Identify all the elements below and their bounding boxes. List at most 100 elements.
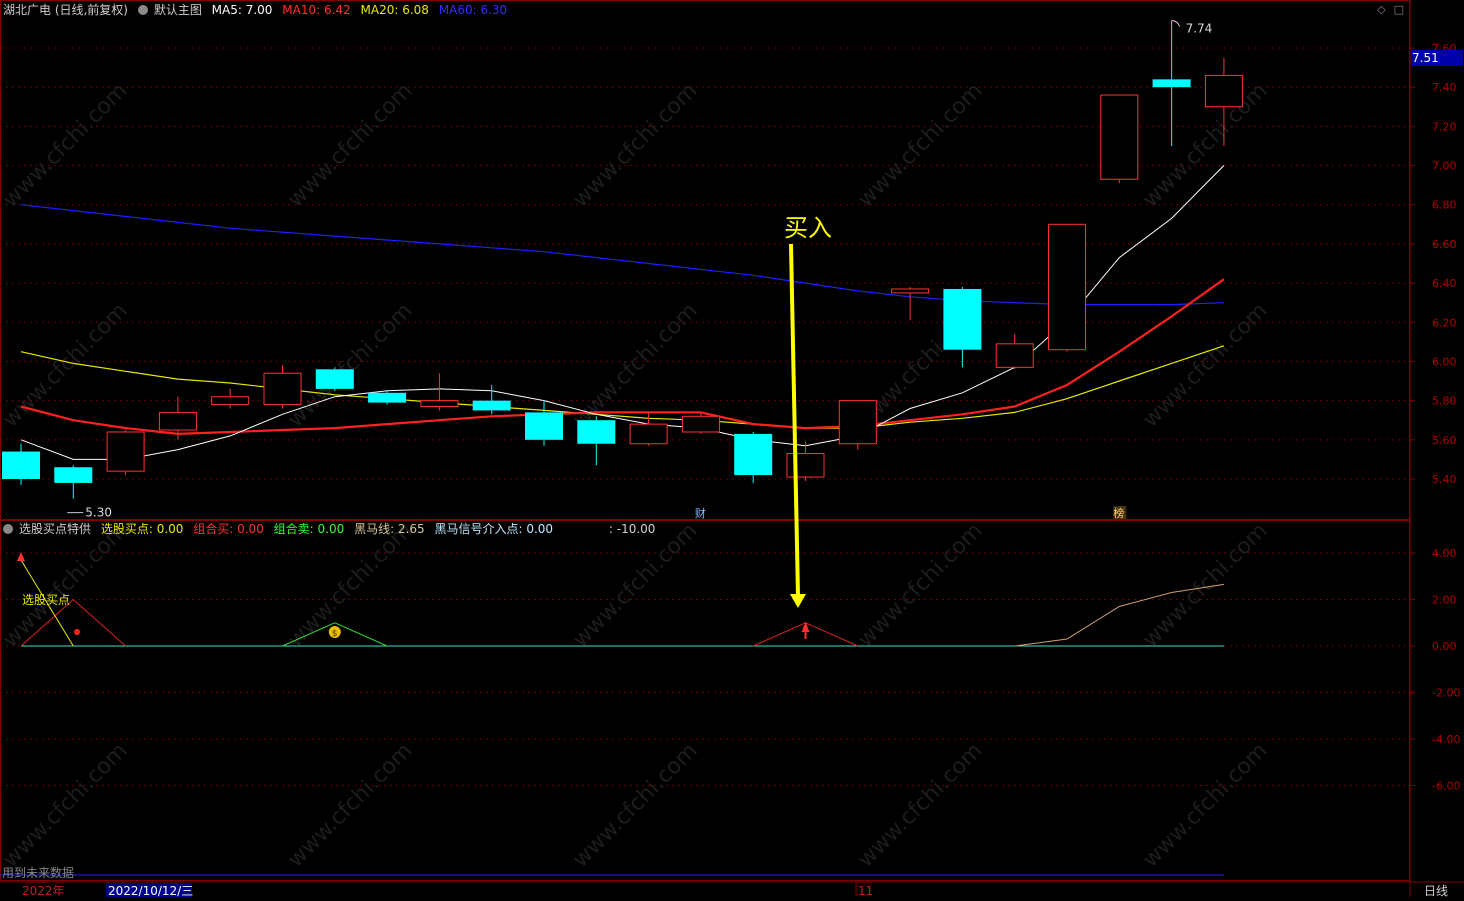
watermark: www.cfchi.com [0,738,133,872]
watermark: www.cfchi.com [1138,518,1272,652]
year-label: 2022年 [22,884,65,897]
buy-point-readout: 选股买点: 0.00 [100,522,184,536]
candle-body-down [315,369,354,389]
ma60-line [20,204,1224,306]
main-y-tick-label: 5.80 [1432,395,1457,408]
ma60-readout: MA60: 6.30 [438,3,508,17]
main-panel-border [0,0,1410,520]
dark-horse-readout: 黑马线: 2.65 [354,522,425,536]
template-name[interactable]: 默认主图 [154,3,202,17]
watermark: www.cfchi.com [568,518,702,652]
sub-buy-point-label: 选股买点 [22,593,70,607]
diamond-icon[interactable]: ◇ [1377,3,1385,16]
watermark: www.cfchi.com [1138,738,1272,872]
main-chart-header: 湖北广电 (日线,前复权) 默认主图 MA5: 7.00 MA10: 6.42 … [3,1,513,19]
sub-y-tick-label: -6.00 [1432,780,1460,793]
high-pointer [1171,20,1181,27]
candle-body-down [943,288,982,350]
combo-sell-readout: 组合卖: 0.00 [273,522,345,536]
window-controls: ◇ □ [1369,3,1404,16]
sub-y-tick-label: 0.00 [1432,640,1457,653]
dark-horse-entry-readout: 黑马信号介入点: 0.00 [434,522,554,536]
buy-signal-arrow-icon [801,621,810,633]
ma5-line [20,165,1225,460]
candle-body-up [995,343,1034,368]
main-y-tick-label: 6.00 [1432,355,1457,368]
candle-body-up [838,400,877,445]
sub-y-tick-label: 2.00 [1432,594,1457,607]
buy-arrow-shaft [789,243,800,597]
sub-y-tick-label: -4.00 [1432,733,1460,746]
list-marker: 榜 [1113,506,1124,520]
chart-stage: 5.40 5.60 5.80 6.00 6.20 6.40 6.60 6.80 7.00 7.20… [0,0,1464,898]
buy-arrow-head [790,594,806,608]
main-y-tick-label: 6.80 [1432,199,1457,212]
money-bag-symbol: $ [332,629,338,639]
candle-body-up [1204,74,1243,108]
template-dropdown-icon[interactable] [137,5,148,15]
main-y-tick-label: 6.20 [1432,316,1457,329]
current-price-value: 7.51 [1412,51,1439,65]
red-dot-icon [74,629,80,635]
watermark: www.cfchi.com [283,738,417,872]
period-label: 日线 [1424,884,1448,897]
sub-y-tick-label: 4.00 [1432,547,1457,560]
watermark: www.cfchi.com [1138,298,1272,432]
watermark: www.cfchi.com [0,78,133,212]
candle-body-down [368,392,407,403]
watermark: www.cfchi.com [853,78,987,212]
low-price-label: 5.30 [85,506,112,520]
ma5-readout: MA5: 7.00 [211,3,273,17]
candle-body-up [263,372,302,406]
watermark: www.cfchi.com [283,78,417,212]
ma10-readout: MA10: 6.42 [282,3,351,17]
indicator-header: 选股买点特供 选股买点: 0.00 组合买: 0.00 组合卖: 0.00 黑马… [3,520,661,538]
main-y-tick-label: 6.60 [1432,238,1457,251]
main-y-tick-label: 5.40 [1432,473,1457,486]
watermark: www.cfchi.com [568,738,702,872]
candle-body-down [734,433,773,476]
candle-body-down [1152,79,1191,88]
candle-body-down [525,412,563,440]
ma10-line [20,278,1225,436]
candle-body-up [1100,94,1139,180]
watermark: www.cfchi.com [853,518,987,652]
candle-body-down [577,420,616,444]
watermark: www.cfchi.com [853,738,987,872]
candle-body-up [891,288,930,294]
kline-chart: 5.40 5.60 5.80 6.00 6.20 6.40 6.60 6.80 7.00 7.20… [0,0,1464,898]
date-label: 2022/10/12/三 [108,884,193,897]
news-marker: 财 [695,506,706,520]
watermark: www.cfchi.com [283,518,417,652]
main-y-tick-label: 5.60 [1432,434,1457,447]
square-icon[interactable]: □ [1394,3,1404,16]
candle-body-down [2,451,40,479]
ma20-readout: MA20: 6.08 [360,3,429,17]
extra-readout: : -10.00 [608,522,656,536]
main-y-tick-label: 7.20 [1432,120,1457,133]
candle-body-down [472,400,511,411]
indicator-dropdown-icon[interactable] [3,524,13,534]
candle-body-up [106,431,145,472]
candle-body-up [158,411,197,431]
watermark: www.cfchi.com [568,78,702,212]
main-y-tick-label: 6.40 [1432,277,1457,290]
combo-buy-readout: 组合买: 0.00 [193,522,264,536]
candle-body-up [786,453,825,478]
watermark: www.cfchi.com [0,518,133,652]
high-price-label: 7.74 [1186,22,1213,36]
buy-label: 买入 [784,214,832,242]
candle-body-up [629,423,668,445]
watermark: www.cfchi.com [0,298,133,432]
candle-body-down [54,467,93,483]
candle-body-up [211,396,250,406]
main-y-tick-label: 7.00 [1432,160,1457,173]
candle-body-up [681,415,720,433]
sub-y-tick-label: -2.00 [1432,687,1460,700]
candle-body-up [420,400,459,408]
month-label: 11 [858,884,873,897]
future-data-note: 用到未来数据 [2,865,74,880]
indicator-title[interactable]: 选股买点特供 [19,522,91,536]
watermark: www.cfchi.com [283,298,417,432]
main-y-tick-label: 7.40 [1432,81,1457,94]
